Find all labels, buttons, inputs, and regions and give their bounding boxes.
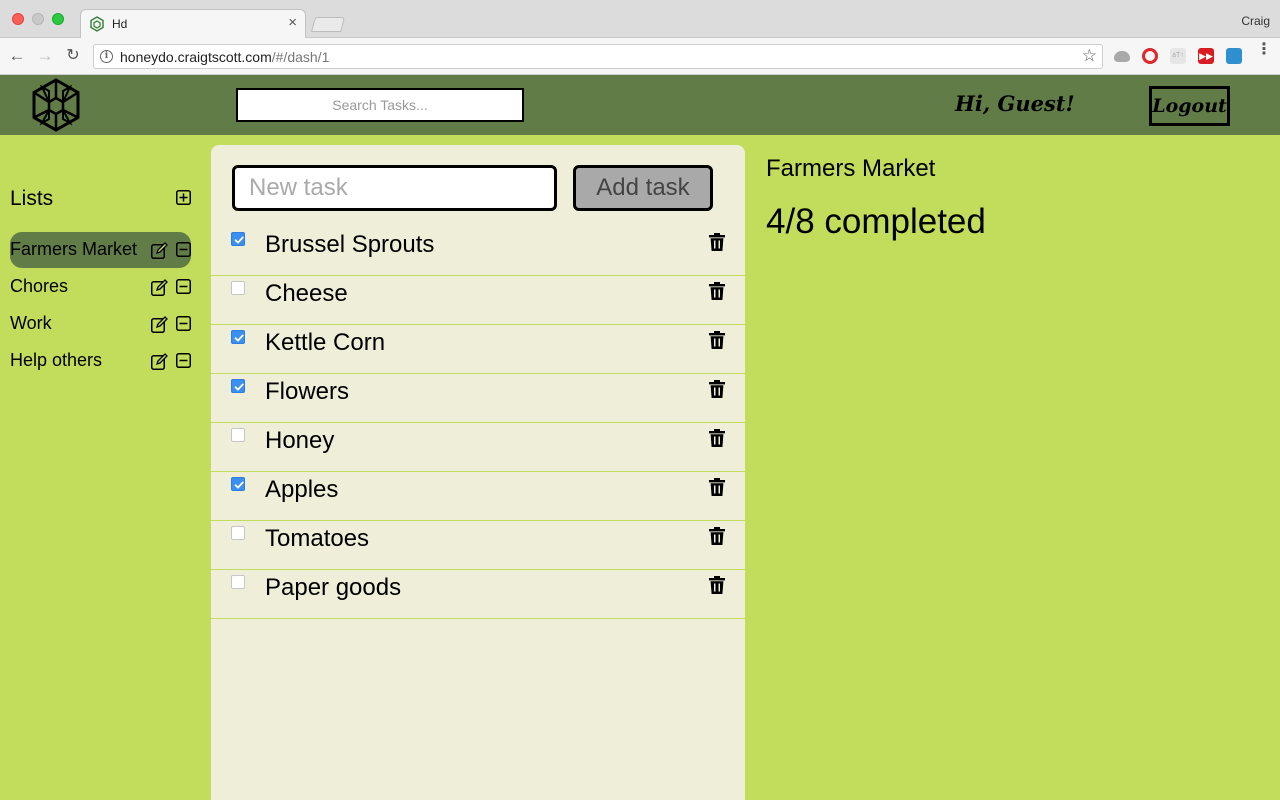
new-task-input[interactable] [232,165,557,211]
trash-icon[interactable] [709,478,725,496]
task-row: Kettle Corn [211,325,745,374]
trash-icon[interactable] [709,331,725,349]
sidebar: Lists Farmers Market Chores Work Help other… [0,135,200,800]
honeycomb-logo-icon[interactable] [28,78,84,132]
url-text[interactable]: honeydo.craigtscott.com/#/dash/1 [120,49,329,65]
detail-progress: 4/8 completed [766,202,986,241]
task-row: Tomatoes [211,521,745,570]
task-name[interactable]: Apples [265,476,338,504]
sidebar-list-item[interactable]: Farmers Market [10,232,191,268]
forward-arrow-icon[interactable]: → [34,45,56,67]
trash-icon[interactable] [709,282,725,300]
trash-icon[interactable] [709,380,725,398]
task-row: Honey [211,423,745,472]
tab-title: Hd [112,17,128,31]
trash-icon[interactable] [709,576,725,594]
edit-icon[interactable] [151,353,168,370]
task-name[interactable]: Paper goods [265,574,401,602]
minus-square-icon[interactable] [176,242,191,257]
reload-icon[interactable]: ↻ [62,45,84,67]
task-name[interactable]: Tomatoes [265,525,369,553]
translate-extension-icon[interactable]: aT↑ [1170,48,1186,64]
task-row: Cheese [211,276,745,325]
task-checkbox[interactable] [231,232,245,246]
list-label[interactable]: Help others [10,350,102,371]
task-checkbox[interactable] [231,330,245,344]
address-bar[interactable]: i honeydo.craigtscott.com/#/dash/1 ☆ [93,44,1103,69]
minus-square-icon[interactable] [176,279,191,294]
task-name[interactable]: Cheese [265,280,348,308]
app-header: Hi, Guest! Logout [0,75,1280,135]
task-checkbox[interactable] [231,526,245,540]
detail-title: Farmers Market [766,155,936,182]
profile-name[interactable]: Craig [1241,14,1270,28]
opera-extension-icon[interactable] [1142,48,1158,64]
sidebar-list-item[interactable]: Chores [10,269,191,305]
task-name[interactable]: Honey [265,427,334,455]
back-arrow-icon[interactable]: ← [6,45,28,67]
trash-icon[interactable] [709,233,725,251]
list-label[interactable]: Work [10,313,52,334]
task-checkbox[interactable] [231,379,245,393]
plus-square-icon[interactable] [176,190,191,205]
logout-button[interactable]: Logout [1149,86,1230,126]
task-checkbox[interactable] [231,428,245,442]
task-name[interactable]: Flowers [265,378,349,406]
search-input[interactable] [236,88,524,122]
sidebar-list-item[interactable]: Help others [10,343,191,379]
task-name[interactable]: Brussel Sprouts [265,231,434,259]
edit-icon[interactable] [151,279,168,296]
new-tab-button[interactable] [310,17,346,32]
list-label[interactable]: Chores [10,276,68,297]
task-row: Paper goods [211,570,745,619]
close-window-button[interactable] [12,13,24,25]
sidebar-list-item[interactable]: Work [10,306,191,342]
browser-titlebar: Hd × Craig [0,0,1280,39]
task-panel: Add task Brussel Sprouts Cheese Kettle Cor… [211,145,745,800]
list-label[interactable]: Farmers Market [10,239,137,260]
url-host: honeydo.craigtscott.com [120,49,272,65]
task-list: Brussel Sprouts Cheese Kettle Corn Flowers H… [211,227,745,619]
cloud-extension-icon[interactable] [1114,51,1130,62]
task-checkbox[interactable] [231,477,245,491]
task-row: Brussel Sprouts [211,227,745,276]
bookmark-star-icon[interactable]: ☆ [1082,46,1097,66]
zoom-window-button[interactable] [52,13,64,25]
task-row: Flowers [211,374,745,423]
add-task-button[interactable]: Add task [573,165,713,211]
browser-toolbar: ← → ↻ i honeydo.craigtscott.com/#/dash/1… [0,38,1280,75]
info-icon[interactable]: i [100,50,113,63]
minimize-window-button[interactable] [32,13,44,25]
browser-menu-icon[interactable]: ⋮ [1256,42,1272,58]
task-checkbox[interactable] [231,575,245,589]
task-name[interactable]: Kettle Corn [265,329,385,357]
edit-icon[interactable] [151,316,168,333]
browser-tab[interactable]: Hd × [80,9,306,39]
greeting: Hi, Guest! [955,91,1075,116]
url-path: /#/dash/1 [271,49,330,65]
honeycomb-favicon-icon [90,16,104,32]
minus-square-icon[interactable] [176,353,191,368]
task-row: Apples [211,472,745,521]
tab-close-icon[interactable]: × [288,14,297,31]
video-extension-icon[interactable]: ▶▶ [1198,48,1214,64]
trash-icon[interactable] [709,429,725,447]
edit-icon[interactable] [151,242,168,259]
blue-extension-icon[interactable] [1226,48,1242,64]
task-checkbox[interactable] [231,281,245,295]
lists-heading: Lists [10,187,54,210]
trash-icon[interactable] [709,527,725,545]
minus-square-icon[interactable] [176,316,191,331]
